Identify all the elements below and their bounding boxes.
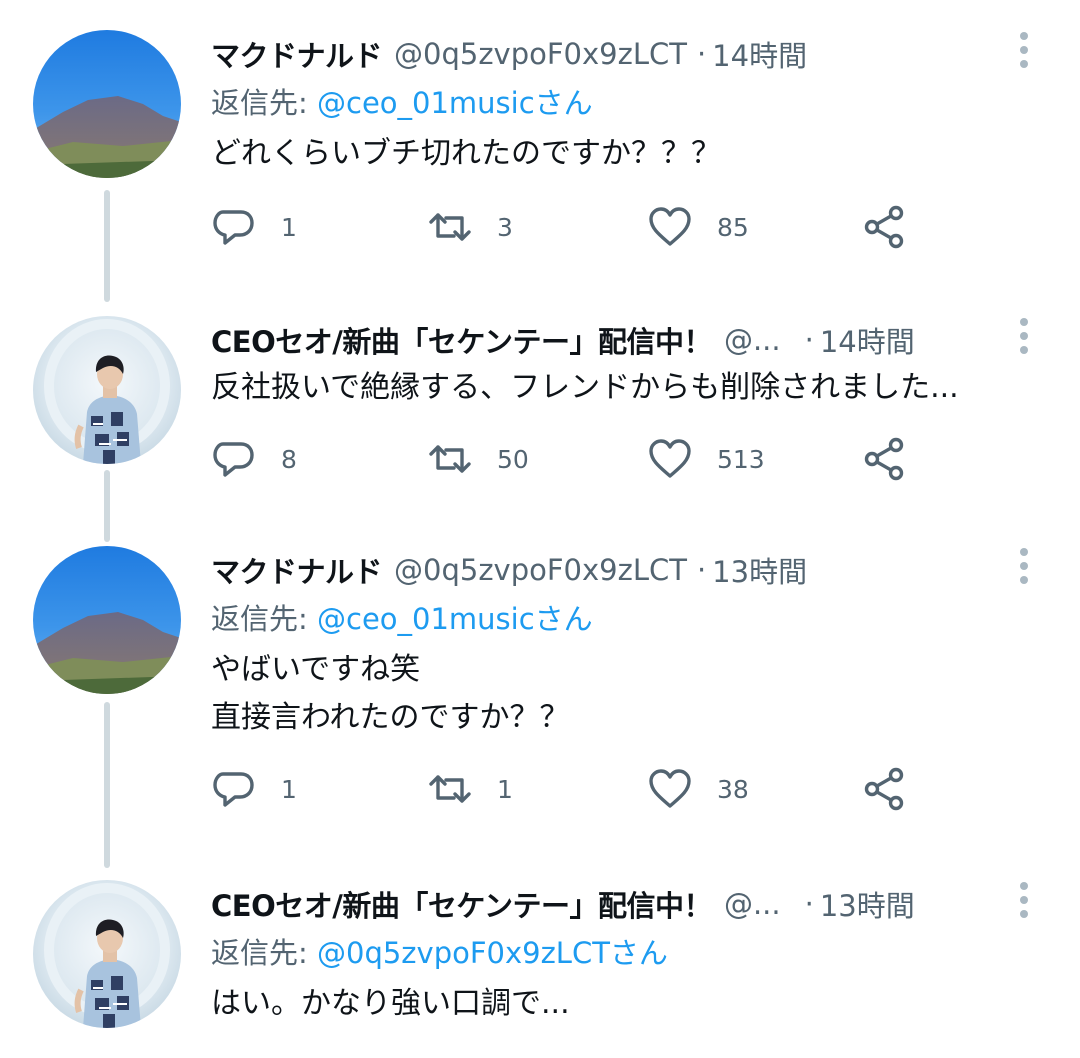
tweet-text-line: 直接言われたのですか？？	[211, 700, 570, 735]
more-icon[interactable]	[1014, 30, 1034, 70]
timestamp[interactable]: 14時間	[712, 33, 807, 75]
tweet-header: CEOセオ/新曲「セケンテー」配信中！ @... · 13時間	[211, 880, 1040, 928]
user-handle[interactable]: @...	[724, 887, 781, 921]
display-name[interactable]: CEOセオ/新曲「セケンテー」配信中！	[211, 883, 712, 925]
share-button[interactable]	[861, 202, 907, 252]
display-name[interactable]: マクドナルド	[211, 33, 383, 75]
share-button[interactable]	[861, 764, 907, 814]
reply-label: 返信先:	[211, 86, 317, 120]
reply-label: 返信先:	[211, 936, 317, 970]
tweet-header: マクドナルド @0q5zvpoF0x9zLCT · 14時間	[211, 30, 1040, 78]
tweet-text: 反社扱いで絶縁する、フレンドからも削除されました...	[211, 364, 959, 412]
mountain-avatar[interactable]	[33, 30, 181, 178]
share-icon	[864, 205, 904, 249]
like-button[interactable]: 38	[647, 764, 749, 814]
like-icon	[649, 439, 691, 478]
share-icon	[864, 767, 904, 811]
action-bar: 8 50 513	[211, 434, 931, 484]
timestamp[interactable]: 13時間	[820, 883, 915, 925]
tweet[interactable]: マクドナルド @0q5zvpoF0x9zLCT · 14時間 返信先: @ceo…	[0, 30, 1080, 260]
like-count: 513	[717, 444, 765, 474]
tweet-text-line: どれくらいブチ切れたのですか？？？	[211, 136, 721, 171]
separator: ·	[804, 323, 814, 357]
like-button[interactable]: 513	[647, 434, 765, 484]
retweet-count: 1	[497, 774, 513, 804]
display-name[interactable]: マクドナルド	[211, 549, 383, 591]
like-icon	[649, 769, 691, 808]
reply-icon	[213, 772, 254, 807]
reply-mention-link[interactable]: @ceo_01musicさん	[317, 86, 593, 120]
retweet-button[interactable]: 3	[427, 202, 513, 252]
user-handle[interactable]: @0q5zvpoF0x9zLCT	[394, 37, 687, 71]
like-count: 85	[717, 212, 749, 242]
reply-icon	[213, 442, 254, 477]
reply-context: 返信先: @0q5zvpoF0x9zLCTさん	[211, 930, 668, 972]
user-handle[interactable]: @...	[724, 323, 781, 357]
tweet-text-line: はい。かなり強い口調で...	[211, 986, 570, 1021]
like-icon	[649, 207, 691, 246]
share-button[interactable]	[861, 434, 907, 484]
retweet-button[interactable]: 1	[427, 764, 513, 814]
action-bar: 1 1 38	[211, 764, 931, 814]
retweet-icon	[429, 445, 471, 473]
reply-count: 1	[281, 774, 297, 804]
tweet-text: どれくらいブチ切れたのですか？？？	[211, 130, 721, 178]
person-avatar[interactable]	[33, 316, 181, 464]
retweet-icon	[429, 775, 471, 803]
tweet[interactable]: マクドナルド @0q5zvpoF0x9zLCT · 13時間 返信先: @ceo…	[0, 546, 1080, 836]
like-button[interactable]: 85	[647, 202, 749, 252]
reply-button[interactable]: 1	[211, 202, 297, 252]
separator: ·	[696, 37, 707, 71]
reply-context: 返信先: @ceo_01musicさん	[211, 596, 593, 638]
share-icon	[864, 437, 904, 481]
reply-count: 1	[281, 212, 297, 242]
reply-mention-link[interactable]: @ceo_01musicさん	[317, 602, 593, 636]
reply-button[interactable]: 8	[211, 434, 297, 484]
more-icon[interactable]	[1014, 880, 1034, 920]
display-name[interactable]: CEOセオ/新曲「セケンテー」配信中！	[211, 319, 712, 361]
tweet-text: はい。かなり強い口調で...	[211, 980, 570, 1028]
more-icon[interactable]	[1014, 316, 1034, 356]
retweet-button[interactable]: 50	[427, 434, 529, 484]
action-bar: 1 3 85	[211, 202, 931, 252]
retweet-icon	[429, 213, 471, 241]
timestamp[interactable]: 14時間	[820, 319, 915, 361]
more-icon[interactable]	[1014, 546, 1034, 586]
separator: ·	[804, 887, 814, 921]
user-handle[interactable]: @0q5zvpoF0x9zLCT	[394, 553, 687, 587]
reply-context: 返信先: @ceo_01musicさん	[211, 80, 593, 122]
tweet-text-line: 反社扱いで絶縁する、フレンドからも削除されました...	[211, 370, 959, 405]
tweet[interactable]: CEOセオ/新曲「セケンテー」配信中！ @... · 13時間 返信先: @0q…	[0, 880, 1080, 1058]
tweet-text: やばいですね笑 直接言われたのですか？？	[211, 646, 570, 742]
timestamp[interactable]: 13時間	[712, 549, 807, 591]
tweet[interactable]: CEOセオ/新曲「セケンテー」配信中！ @... · 14時間 反社扱いで絶縁す…	[0, 316, 1080, 496]
retweet-count: 50	[497, 444, 529, 474]
tweet-text-line: やばいですね笑	[211, 652, 421, 687]
tweet-header: マクドナルド @0q5zvpoF0x9zLCT · 13時間	[211, 546, 1040, 594]
reply-icon	[213, 210, 254, 245]
reply-mention-link[interactable]: @0q5zvpoF0x9zLCTさん	[317, 936, 668, 970]
tweet-header: CEOセオ/新曲「セケンテー」配信中！ @... · 14時間	[211, 316, 1040, 364]
reply-count: 8	[281, 444, 297, 474]
reply-button[interactable]: 1	[211, 764, 297, 814]
separator: ·	[696, 553, 707, 587]
reply-label: 返信先:	[211, 602, 317, 636]
mountain-avatar[interactable]	[33, 546, 181, 694]
like-count: 38	[717, 774, 749, 804]
person-avatar[interactable]	[33, 880, 181, 1028]
retweet-count: 3	[497, 212, 513, 242]
